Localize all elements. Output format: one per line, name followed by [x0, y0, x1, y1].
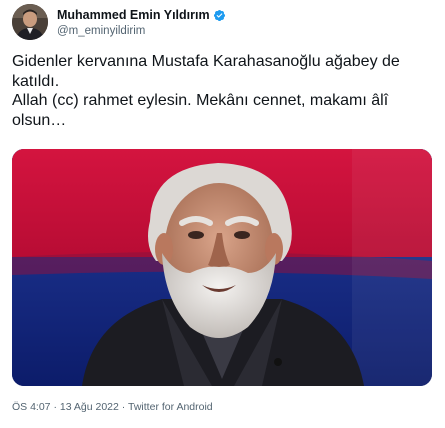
tweet-source[interactable]: Twitter for Android	[128, 401, 213, 413]
author-avatar[interactable]	[12, 4, 48, 40]
tweet-text-line: Gidenler kervanına Mustafa Karahasanoğlu…	[12, 53, 400, 90]
tweet-date[interactable]: 13 Ağu 2022	[60, 401, 119, 413]
tweet-text-line: Allah (cc) rahmet eylesin. Mekânı cennet…	[12, 92, 389, 129]
avatar-image	[12, 4, 48, 40]
meta-separator: ·	[121, 401, 126, 413]
verified-badge-icon	[213, 9, 226, 22]
tweet-meta: ÖS 4:07 · 13 Ağu 2022 · Twitter for Andr…	[12, 401, 213, 413]
meta-separator: ·	[53, 401, 57, 413]
author-name-row: Muhammed Emin Yıldırım	[57, 7, 226, 23]
photo-image	[12, 149, 432, 386]
author-block: Muhammed Emin Yıldırım @m_eminyildirim	[57, 7, 226, 37]
tweet-time[interactable]: ÖS 4:07	[12, 401, 51, 413]
tweet-media-photo[interactable]	[12, 149, 432, 386]
tweet-text: Gidenler kervanına Mustafa Karahasanoğlu…	[12, 52, 432, 130]
tweet-card: Muhammed Emin Yıldırım @m_eminyildirim G…	[0, 0, 445, 428]
author-display-name[interactable]: Muhammed Emin Yıldırım	[57, 8, 210, 22]
author-handle[interactable]: @m_eminyildirim	[57, 25, 226, 37]
